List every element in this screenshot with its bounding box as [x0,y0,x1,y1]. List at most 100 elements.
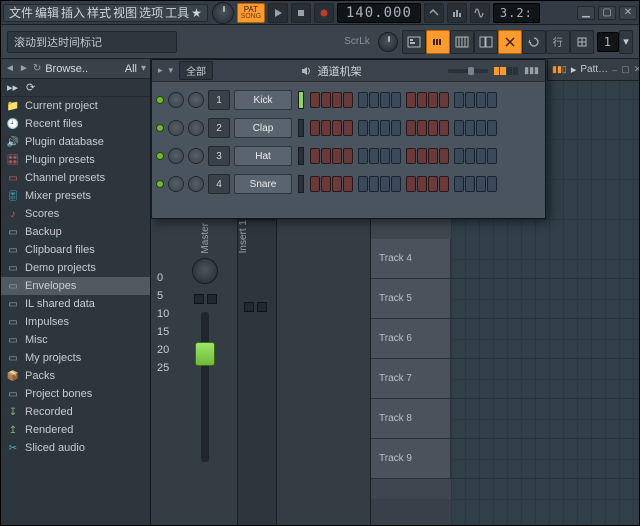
channel-pan-knob[interactable] [168,148,184,164]
step[interactable] [369,148,379,164]
browser-item-19[interactable]: ✂Sliced audio [1,439,150,457]
track-row[interactable]: Track 6 [371,319,639,359]
pattern-menu-icon[interactable]: ▸ [571,63,577,76]
step[interactable] [321,120,331,136]
step[interactable] [476,148,486,164]
count-in-icon[interactable] [447,3,467,23]
step[interactable] [417,120,427,136]
rack-options-icon[interactable]: ▮▮▮ [524,65,539,76]
browser-item-12[interactable]: ▭Impulses [1,313,150,331]
browser-reload-icon[interactable]: ↻ [33,63,41,74]
menu-edit[interactable]: 编辑 [34,5,60,21]
step[interactable] [391,92,401,108]
step[interactable] [321,148,331,164]
step[interactable] [369,120,379,136]
step[interactable] [476,92,486,108]
step[interactable] [417,92,427,108]
browser-item-16[interactable]: ▭Project bones [1,385,150,403]
browser-item-17[interactable]: ↧Recorded [1,403,150,421]
step[interactable] [343,176,353,192]
step[interactable] [332,92,342,108]
channel-number[interactable]: 4 [208,174,230,194]
track-header[interactable]: Track 5 [371,279,451,318]
channel-number[interactable]: 1 [208,90,230,110]
menu-star[interactable]: ★ [190,5,203,21]
step[interactable] [439,92,449,108]
insert-io[interactable] [244,302,276,312]
track-header[interactable]: Track 6 [371,319,451,358]
step[interactable] [465,120,475,136]
channel-pan-knob[interactable] [168,176,184,192]
step[interactable] [332,148,342,164]
channel-number[interactable]: 3 [208,146,230,166]
step[interactable] [380,120,390,136]
browser-item-14[interactable]: ▭My projects [1,349,150,367]
step[interactable] [380,148,390,164]
channel-vol-knob[interactable] [188,176,204,192]
rack-swing-slider[interactable] [448,69,488,73]
step[interactable] [332,176,342,192]
channel-vol-knob[interactable] [188,92,204,108]
pattern-min-icon[interactable]: – [612,65,617,75]
browser-browse-label[interactable]: Browse.. [45,63,88,75]
pattern-close-icon[interactable]: ✕ [634,65,639,75]
track-row[interactable]: Track 8 [371,399,639,439]
track-row[interactable]: Track 9 [371,439,639,479]
browser-item-8[interactable]: ▭Clipboard files [1,241,150,259]
tempo-display[interactable]: 140.000 [337,3,421,23]
step[interactable] [465,92,475,108]
step[interactable] [454,92,464,108]
track-header[interactable]: Track 7 [371,359,451,398]
step[interactable] [465,148,475,164]
step[interactable] [358,92,368,108]
view-browser-button[interactable] [474,30,498,54]
channel-name-button[interactable]: Hat [234,146,292,166]
menu-view[interactable]: 视图 [112,5,138,21]
pat-song-switch[interactable]: PAT SONG [237,3,265,23]
menu-file[interactable]: 文件 [8,5,34,21]
browser-item-13[interactable]: ▭Misc [1,331,150,349]
main-volume-knob[interactable] [212,2,234,24]
browser-item-15[interactable]: 📦Packs [1,367,150,385]
rack-group-dropdown[interactable]: 全部 [179,61,213,80]
browser-fwd-icon[interactable]: ► [19,63,29,74]
browser-item-1[interactable]: 🕘Recent files [1,115,150,133]
master-fader[interactable] [201,312,209,462]
channel-name-button[interactable]: Kick [234,90,292,110]
step[interactable] [321,176,331,192]
row-dropdown-icon[interactable]: ▾ [619,30,633,54]
step[interactable] [454,176,464,192]
step[interactable] [358,120,368,136]
play-button[interactable] [268,3,288,23]
browser-item-10[interactable]: ▭Envelopes [1,277,150,295]
step[interactable] [487,148,497,164]
pattern-name[interactable]: Patt… [580,64,608,75]
channel-mute-led[interactable] [156,180,164,188]
step[interactable] [428,176,438,192]
browser-item-3[interactable]: 🎛Plugin presets [1,151,150,169]
step[interactable] [391,176,401,192]
step[interactable] [369,92,379,108]
master-pan-knob[interactable] [192,258,218,284]
step[interactable] [310,148,320,164]
track-header[interactable]: Track 9 [371,439,451,478]
step[interactable] [321,92,331,108]
browser-item-2[interactable]: 🔊Plugin database [1,133,150,151]
step[interactable] [406,92,416,108]
rack-collapse-icon[interactable]: ▾ [169,65,174,76]
step[interactable] [369,176,379,192]
track-header[interactable]: Track 4 [371,239,451,278]
step[interactable] [487,92,497,108]
browser-item-0[interactable]: 📁Current project [1,97,150,115]
channel-number[interactable]: 2 [208,118,230,138]
channel-rack-window[interactable]: ▸ ▾ 全部 通道机架 ▮▮▮ 1Kick2Clap3Hat4Snare [151,59,546,219]
step[interactable] [380,92,390,108]
snap-grid-icon[interactable] [570,30,594,54]
step[interactable] [310,92,320,108]
record-button[interactable] [314,3,334,23]
channel-select-bar[interactable] [298,91,304,109]
menu-options[interactable]: 选项 [138,5,164,21]
step[interactable] [454,120,464,136]
step[interactable] [310,176,320,192]
browser-item-18[interactable]: ↥Rendered [1,421,150,439]
